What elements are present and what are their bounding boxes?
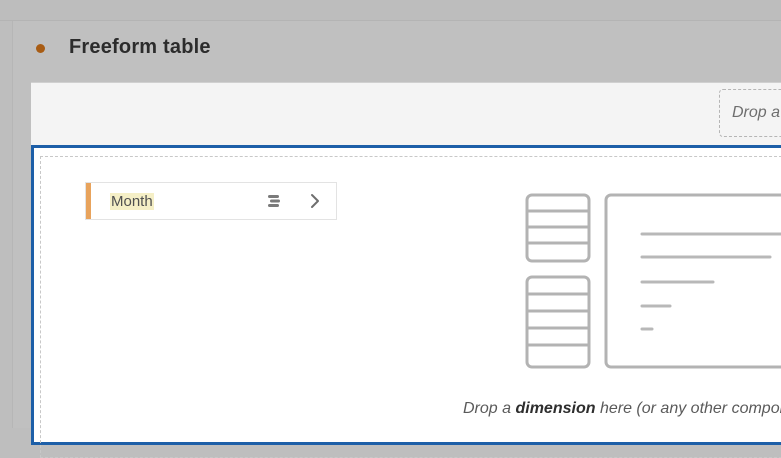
- drop-hint-suffix: here (or any other componer: [599, 400, 781, 417]
- table-header-area: [31, 82, 781, 146]
- drop-hint-prefix: Drop a: [463, 400, 512, 417]
- top-bar: [0, 0, 781, 21]
- panel-title: Freeform table: [69, 36, 211, 58]
- column-drop-zone-label: Drop a: [732, 104, 781, 121]
- table-placeholder-illustration: [525, 193, 781, 369]
- chevron-right-icon[interactable]: [308, 193, 322, 209]
- panel-status-dot[interactable]: [36, 44, 45, 53]
- segment-stack-icon[interactable]: [267, 194, 281, 208]
- dimension-item-month[interactable]: Month: [85, 182, 337, 220]
- dimension-accent-bar: [86, 183, 91, 219]
- drop-dimension-hint: Drop a dimension here (or any other comp…: [463, 400, 781, 418]
- column-drop-zone[interactable]: Drop a: [719, 89, 781, 137]
- dimension-label: Month: [110, 193, 154, 210]
- drop-hint-emphasis: dimension: [515, 400, 596, 417]
